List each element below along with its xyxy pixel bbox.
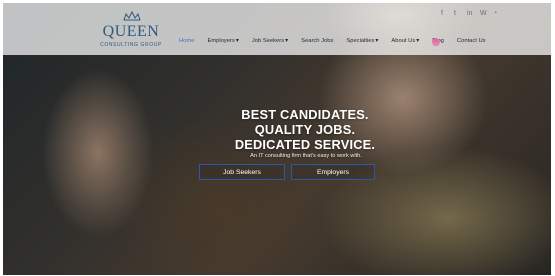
nav-item-employers[interactable]: Employers▾ bbox=[207, 37, 238, 44]
brand-name: QUEEN bbox=[102, 23, 160, 40]
chevron-down-icon: ▾ bbox=[285, 38, 289, 44]
employers-button[interactable]: Employers bbox=[291, 164, 375, 180]
job-seekers-button[interactable]: Job Seekers bbox=[199, 164, 285, 180]
nav-item-job-seekers[interactable]: Job Seekers▾ bbox=[252, 37, 288, 44]
facebook-icon[interactable]: f bbox=[441, 10, 447, 17]
hero-title-line-2: QUALITY JOBS. bbox=[254, 122, 356, 137]
page-frame: QUEEN CONSULTING GROUP f t in W ◔ Home E… bbox=[3, 3, 551, 275]
crown-icon bbox=[123, 11, 141, 21]
hero-subtitle: An IT consulting firm that's easy to wor… bbox=[250, 153, 362, 159]
chevron-down-icon: ▾ bbox=[235, 38, 239, 44]
hero-title-line-1: BEST CANDIDATES. bbox=[241, 107, 369, 122]
hero-title-line-3: DEDICATED SERVICE. bbox=[234, 137, 376, 152]
chevron-down-icon: ▾ bbox=[375, 38, 379, 44]
nav-item-about-us[interactable]: About Us▾ bbox=[391, 37, 419, 44]
nav-item-specialties[interactable]: Specialties▾ bbox=[346, 37, 378, 44]
nav-item-label: Specialties bbox=[346, 38, 375, 44]
site-header: QUEEN CONSULTING GROUP f t in W ◔ Home E… bbox=[3, 3, 551, 55]
twitter-icon[interactable]: t bbox=[454, 10, 460, 17]
nav-item-contact-us[interactable]: Contact Us bbox=[457, 38, 486, 44]
site-logo[interactable]: QUEEN CONSULTING GROUP bbox=[99, 11, 163, 51]
nav-item-label: About Us bbox=[391, 38, 416, 44]
rss-icon[interactable]: ◔ bbox=[493, 10, 499, 17]
wordpress-icon[interactable]: W bbox=[480, 10, 487, 17]
chevron-down-icon: ▾ bbox=[416, 38, 420, 44]
nav-item-label: Job Seekers bbox=[251, 38, 285, 44]
hero-title: BEST CANDIDATES. QUALITY JOBS. DEDICATED… bbox=[220, 107, 390, 152]
nav-item-search-jobs[interactable]: Search Jobs bbox=[301, 38, 333, 44]
linkedin-icon[interactable]: in bbox=[467, 10, 473, 17]
nav-item-home[interactable]: Home bbox=[179, 38, 194, 44]
nav-item-label: Employers bbox=[207, 38, 235, 44]
social-links: f t in W ◔ bbox=[441, 10, 499, 17]
brand-subtitle: CONSULTING GROUP bbox=[100, 42, 162, 48]
cursor-marker bbox=[432, 38, 440, 46]
